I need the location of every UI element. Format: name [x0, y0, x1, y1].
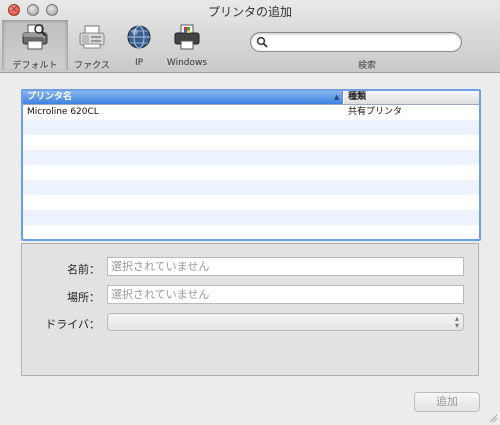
- toolbar-fax-label: ファクス: [74, 61, 110, 71]
- toolbar-windows-label: Windows: [166, 58, 208, 68]
- printer-list[interactable]: プリンタ名 ▲ 種類 Microline 620CL 共有プリンタ: [21, 89, 481, 241]
- empty-row: [23, 150, 479, 165]
- driver-select[interactable]: ▴ ▾: [107, 313, 464, 331]
- toolbar-ip-button[interactable]: IP: [122, 20, 156, 70]
- empty-row: [23, 180, 479, 195]
- printer-list-header: プリンタ名 ▲ 種類: [23, 91, 479, 105]
- toolbar-default-button[interactable]: デフォルト: [2, 20, 68, 71]
- column-header-kind[interactable]: 種類: [344, 91, 479, 104]
- select-arrows-icon: ▴ ▾: [454, 314, 459, 330]
- empty-row: [23, 225, 479, 239]
- location-label: 場所：: [67, 291, 100, 304]
- column-header-printer-name[interactable]: プリンタ名: [23, 91, 343, 104]
- printer-details-panel: 名前： 選択されていません 場所： 選択されていません ドライバ： ▴ ▾: [21, 243, 479, 376]
- resize-grip-icon[interactable]: [488, 413, 498, 423]
- empty-row: [23, 120, 479, 135]
- name-field[interactable]: 選択されていません: [107, 257, 464, 276]
- search-label: 検索: [357, 61, 376, 71]
- toolbar-fax-button[interactable]: ファクス: [68, 20, 116, 71]
- empty-row: [23, 165, 479, 180]
- fax-icon: [79, 25, 105, 49]
- list-row[interactable]: Microline 620CL 共有プリンタ: [23, 105, 479, 120]
- empty-row: [23, 195, 479, 210]
- location-field[interactable]: 選択されていません: [107, 285, 464, 304]
- printer-name-cell: Microline 620CL: [27, 107, 99, 117]
- sort-ascending-icon: ▲: [334, 93, 340, 101]
- printer-icon: [22, 24, 48, 50]
- add-button[interactable]: 追加: [414, 392, 480, 412]
- windows-printer-icon: [174, 24, 200, 50]
- empty-row: [23, 135, 479, 150]
- search-icon: [256, 36, 268, 48]
- add-printer-window: × プリンタの追加 デフォルト ファクス IP Windows 検索 プリンタ名…: [0, 0, 500, 425]
- driver-label: ドライバ：: [45, 318, 100, 331]
- toolbar-windows-button[interactable]: Windows: [160, 20, 214, 70]
- toolbar-ip-label: IP: [134, 58, 144, 68]
- search-input[interactable]: [271, 34, 457, 50]
- empty-row: [23, 210, 479, 225]
- toolbar: × プリンタの追加 デフォルト ファクス IP Windows 検索: [0, 0, 500, 73]
- window-title: プリンタの追加: [207, 5, 292, 19]
- globe-icon: [127, 25, 151, 49]
- search-field[interactable]: [250, 32, 462, 52]
- toolbar-default-label: デフォルト: [12, 61, 58, 71]
- printer-kind-cell: 共有プリンタ: [348, 107, 403, 117]
- name-label: 名前：: [67, 263, 100, 276]
